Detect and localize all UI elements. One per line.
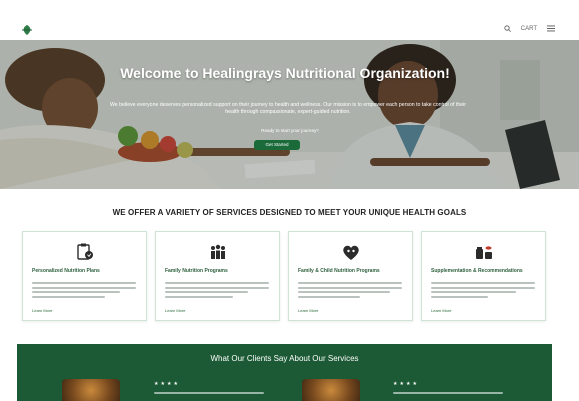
client-avatar xyxy=(62,379,120,401)
search-icon[interactable] xyxy=(504,25,511,32)
top-nav: HOME ABOUT US SERVICES RESOURCES CONSULT… xyxy=(0,22,579,40)
nav-actions: CART xyxy=(504,25,555,32)
hero-banner: Welcome to Healingrays Nutritional Organ… xyxy=(0,40,579,189)
learn-more-link[interactable]: Learn More xyxy=(165,308,185,313)
menu-icon[interactable] xyxy=(547,25,555,32)
service-card-description xyxy=(431,282,535,300)
service-card-personalized-nutrition[interactable]: Personalized Nutrition Plans Learn More xyxy=(22,231,147,321)
star-rating: ★★★★ xyxy=(393,381,419,387)
hero-subtitle: We believe everyone deserves personalize… xyxy=(109,102,467,115)
testimonial-text xyxy=(393,392,503,394)
clipboard-heart-icon xyxy=(76,243,93,260)
nav-contact-us[interactable]: CONTACT US xyxy=(366,27,400,33)
service-card-family-child-nutrition[interactable]: Family & Child Nutrition Programs Learn … xyxy=(288,231,413,321)
learn-more-link[interactable]: Learn More xyxy=(431,308,451,313)
services-heading: WE OFFER A VARIETY OF SERVICES DESIGNED … xyxy=(112,208,467,217)
service-card-description xyxy=(165,282,269,300)
service-card-title: Supplementation & Recommendations xyxy=(431,268,523,274)
service-card-description xyxy=(32,282,136,300)
supplements-icon xyxy=(475,246,492,259)
cart-link[interactable]: CART xyxy=(521,26,537,32)
logo-icon[interactable] xyxy=(20,24,34,36)
hero-title: Welcome to Healingrays Nutritional Organ… xyxy=(120,65,450,81)
family-icon xyxy=(210,244,225,259)
client-avatar xyxy=(302,379,360,401)
star-rating: ★★★★ xyxy=(154,381,180,387)
service-card-description xyxy=(298,282,402,300)
nav-resources[interactable]: RESOURCES xyxy=(248,27,281,33)
heart-family-icon xyxy=(342,245,359,260)
service-card-title: Family Nutrition Programs xyxy=(165,268,228,274)
testimonial-text xyxy=(154,392,264,394)
testimonials-section: What Our Clients Say About Our Services … xyxy=(17,344,552,401)
testimonials-heading: What Our Clients Say About Our Services xyxy=(210,354,359,363)
learn-more-link[interactable]: Learn More xyxy=(298,308,318,313)
service-card-family-nutrition[interactable]: Family Nutrition Programs Learn More xyxy=(155,231,280,321)
learn-more-link[interactable]: Learn More xyxy=(32,308,52,313)
hero-note: Ready to start your journey? xyxy=(261,128,319,133)
service-card-supplementation[interactable]: Supplementation & Recommendations Learn … xyxy=(421,231,546,321)
service-card-title: Family & Child Nutrition Programs xyxy=(298,268,380,274)
nav-links: HOME ABOUT US SERVICES RESOURCES CONSULT… xyxy=(112,27,422,33)
get-started-button[interactable]: Get Started xyxy=(254,140,300,150)
nav-about-us[interactable]: ABOUT US xyxy=(150,27,177,33)
service-card-title: Personalized Nutrition Plans xyxy=(32,268,100,274)
nav-home[interactable]: HOME xyxy=(112,27,128,33)
nav-services[interactable]: SERVICES xyxy=(199,27,226,33)
nav-consultation[interactable]: CONSULTATION xyxy=(303,27,343,33)
services-cards: Personalized Nutrition Plans Learn More … xyxy=(22,231,552,325)
